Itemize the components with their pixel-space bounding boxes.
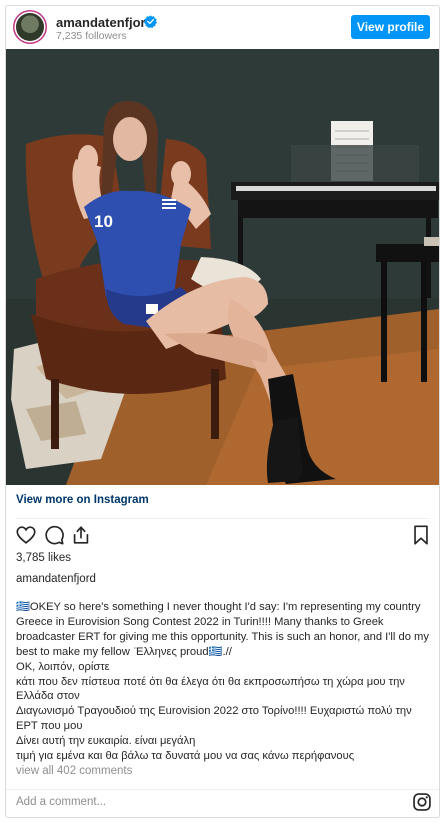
view-all-comments-link[interactable]: view all 402 comments [16, 765, 132, 777]
heart-icon[interactable] [15, 524, 37, 546]
instagram-embed-card: amandatenfjord 7,235 followers View prof… [5, 5, 440, 818]
instagram-icon[interactable] [412, 792, 432, 812]
divider [16, 518, 429, 519]
view-more-on-instagram-link[interactable]: View more on Instagram [16, 494, 149, 506]
add-comment-input[interactable]: Add a comment... [16, 796, 106, 808]
post-header: amandatenfjord 7,235 followers View prof… [6, 6, 439, 49]
follower-count: 7,235 followers [56, 30, 127, 42]
post-photo[interactable]: 10 [6, 49, 439, 485]
divider [6, 789, 439, 790]
verified-badge-icon [144, 15, 157, 28]
action-bar [6, 524, 439, 548]
bookmark-icon[interactable] [410, 524, 432, 546]
comment-icon[interactable] [43, 524, 65, 546]
like-count[interactable]: 3,785 likes [16, 552, 71, 564]
jersey-number: 10 [94, 212, 113, 231]
post-photo-illustration: 10 [6, 49, 439, 485]
avatar[interactable] [16, 13, 44, 41]
username[interactable]: amandatenfjord [56, 15, 154, 30]
share-icon[interactable] [70, 524, 92, 546]
view-profile-button[interactable]: View profile [351, 15, 430, 39]
caption-username[interactable]: amandatenfjord [16, 573, 96, 585]
post-caption: 🇬🇷OKEY so here's something I never thoug… [16, 601, 429, 763]
